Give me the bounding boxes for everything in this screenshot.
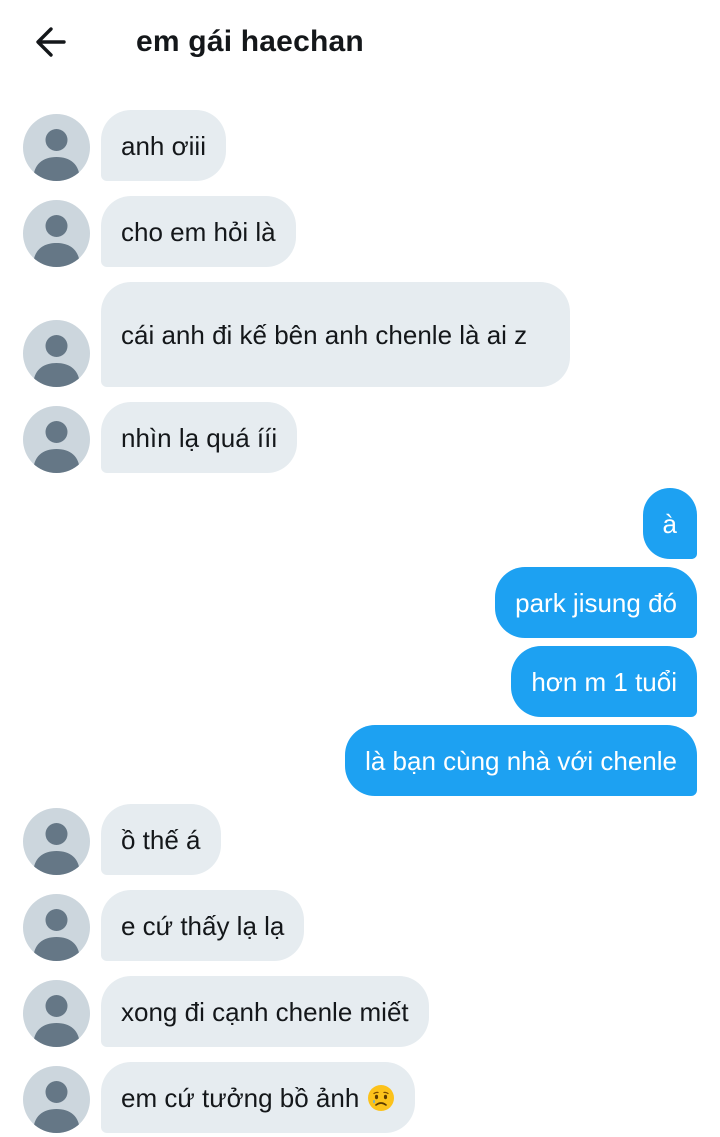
back-button[interactable] [30,22,74,62]
arrow-left-icon [36,27,66,57]
incoming-message-bubble[interactable]: ồ thế á [101,804,221,875]
incoming-message-bubble[interactable]: nhìn lạ quá ííi [101,402,298,473]
message-text: là bạn cùng nhà với chenle [365,745,677,776]
default-avatar-icon [33,215,80,267]
outgoing-message-bubble[interactable]: là bạn cùng nhà với chenle [345,725,697,796]
conversation-title: em gái haechan [136,25,364,58]
message-text: em cứ tưởng bồ ảnh [121,1082,360,1113]
default-avatar-icon [33,421,80,473]
outgoing-message-bubble[interactable]: park jisung đó [495,567,697,638]
default-avatar-icon [33,823,80,875]
sender-avatar[interactable] [23,980,90,1047]
conversation-header: em gái haechan [0,0,720,84]
default-avatar-icon [33,335,80,387]
message-text: anh ơiii [121,130,206,161]
sender-avatar[interactable] [23,894,90,961]
outgoing-message-bubble[interactable]: hơn m 1 tuổi [511,646,697,717]
message-text: nhìn lạ quá ííi [121,422,278,453]
sad-face-icon [367,1084,395,1112]
default-avatar-icon [33,909,80,961]
sender-avatar[interactable] [23,320,90,387]
sender-avatar[interactable] [23,1066,90,1133]
message-text: cái anh đi kế bên anh chenle là ai z [121,319,528,350]
message-text: ồ thế á [121,824,201,855]
message-text: xong đi cạnh chenle miết [121,996,409,1027]
outgoing-message-bubble[interactable]: à [642,488,697,559]
incoming-message-bubble[interactable]: anh ơiii [101,110,226,181]
sender-avatar[interactable] [23,406,90,473]
message-text: hơn m 1 tuổi [531,666,677,697]
message-text: e cứ thấy lạ lạ [121,910,285,941]
message-text: à [662,508,677,539]
message-text: park jisung đó [515,587,677,618]
default-avatar-icon [33,129,80,181]
sender-avatar[interactable] [23,200,90,267]
incoming-message-bubble[interactable]: e cứ thấy lạ lạ [101,890,305,961]
incoming-message-bubble[interactable]: xong đi cạnh chenle miết [101,976,429,1047]
default-avatar-icon [33,995,80,1047]
message-text: cho em hỏi là [121,216,276,247]
incoming-message-bubble[interactable]: cho em hỏi là [101,196,296,267]
sender-avatar[interactable] [23,114,90,181]
incoming-message-bubble[interactable]: em cứ tưởng bồ ảnh [101,1062,416,1133]
sender-avatar[interactable] [23,808,90,875]
incoming-message-bubble[interactable]: cái anh đi kế bên anh chenle là ai z [101,282,570,387]
default-avatar-icon [33,1081,80,1133]
